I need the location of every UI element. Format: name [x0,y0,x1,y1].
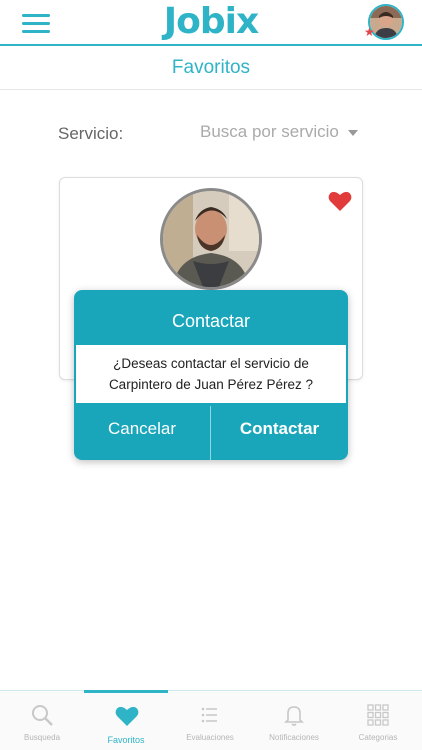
tab-favoritos[interactable]: Favoritos [84,690,168,750]
bottom-tab-bar: Busqueda Favoritos Evaluaciones Notifica… [0,690,422,750]
tab-label: Favoritos [107,735,145,745]
app-header: Jobix ★ [0,0,422,46]
carpenter-profile-photo [160,188,262,290]
service-filter-placeholder: Busca por servicio [200,122,339,141]
tab-categorias[interactable]: Categorias [336,691,420,750]
contact-button[interactable]: Contactar [211,406,348,460]
dialog-title: Contactar [171,311,251,331]
tab-label: Categorias [358,733,398,742]
service-filter-select[interactable]: Busca por servicio [200,122,360,146]
list-icon [198,703,222,727]
dialog-message-line-2: Carpintero de Juan Pérez Pérez ? [108,377,314,392]
dialog-message-line-1: ¿Deseas contactar el servicio de [113,356,309,371]
tab-notificaciones[interactable]: Notificaciones [252,691,336,750]
tab-label: Notificaciones [269,733,319,742]
page-title: Favoritos [171,57,251,78]
chevron-down-icon [348,130,358,136]
star-badge-icon: ★ [364,25,375,39]
page-title-bar: Favoritos [0,46,422,90]
dialog-message: ¿Deseas contactar el servicio de Carpint… [76,345,346,403]
tab-label: Busqueda [23,733,61,742]
contact-dialog: Contactar ¿Deseas contactar el servicio … [74,290,348,460]
favorite-heart-icon[interactable] [328,190,352,212]
tab-evaluaciones[interactable]: Evaluaciones [168,691,252,750]
grid-icon [366,703,390,727]
tab-busqueda[interactable]: Busqueda [0,691,84,750]
bell-icon [282,703,306,727]
search-icon [30,703,54,727]
heart-icon [114,705,139,729]
app-logo: Jobix [163,1,259,42]
cancel-button[interactable]: Cancelar [74,406,211,460]
service-filter-label: Servicio: [58,124,124,143]
tab-label: Evaluaciones [186,733,234,742]
